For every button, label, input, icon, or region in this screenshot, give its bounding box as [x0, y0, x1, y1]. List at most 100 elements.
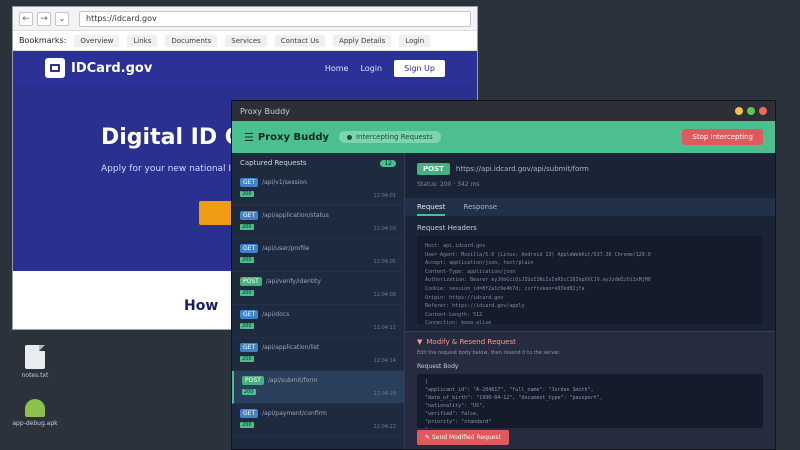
status-badge: 200 — [240, 257, 254, 263]
code-line: { — [425, 379, 429, 385]
intercept-status-text: Intercepting Requests — [356, 133, 433, 141]
window-titlebar[interactable]: Proxy Buddy — [232, 101, 775, 121]
code-line: Host: api.idcard.gov — [425, 243, 486, 249]
status-badge: 200 — [240, 191, 254, 197]
tab-response[interactable]: Response — [463, 198, 497, 216]
bookmarks-label: Bookmarks: — [19, 36, 67, 45]
nav-home-link[interactable]: Home — [325, 64, 349, 73]
tab-request[interactable]: Request — [417, 198, 446, 216]
code-line: "date_of_birth": "1990-04-12", "document… — [425, 395, 603, 401]
status-badge: 200 — [240, 224, 254, 230]
request-time: 12:04:11 — [373, 325, 396, 331]
request-meta: Status: 200 · 342 ms — [417, 181, 480, 188]
request-path: /api/verify/identity — [265, 278, 321, 285]
address-bar[interactable]: https://idcard.gov — [79, 10, 471, 27]
request-body-editor[interactable]: { "applicant_id": "A-204817", "full_name… — [417, 374, 763, 428]
code-line: "nationality": "US", — [425, 403, 486, 409]
request-time: 12:04:01 — [373, 193, 396, 199]
request-list-item[interactable]: GET/api/application/list 200 12:04:14 — [232, 338, 404, 371]
android-icon — [25, 399, 45, 417]
request-path: /api/user/profile — [262, 245, 310, 252]
how-it-works-heading: How — [184, 298, 219, 314]
request-list-sidebar: Captured Requests 12 GET/api/v1/session 2… — [232, 153, 405, 449]
method-badge: GET — [240, 244, 259, 253]
send-icon: ✎ — [425, 434, 432, 441]
request-body-label: Request Body — [417, 363, 459, 370]
code-line: User-Agent: Mozilla/5.0 (Linux; Android … — [425, 251, 651, 258]
bookmark-item[interactable]: Login — [399, 34, 431, 47]
stop-intercepting-button[interactable]: Stop Intercepting — [682, 129, 763, 145]
window-title: Proxy Buddy — [240, 106, 290, 116]
request-time: 12:04:18 — [373, 391, 396, 397]
request-list-item[interactable]: GET/api/user/profile 200 12:04:05 — [232, 239, 404, 272]
minimize-icon[interactable] — [735, 107, 743, 115]
site-logo[interactable]: IDCard.gov — [45, 58, 152, 78]
status-dot-icon — [347, 134, 353, 140]
bookmark-item[interactable]: Documents — [165, 34, 218, 47]
browser-toolbar: ← → ⌄ https://idcard.gov — [13, 7, 477, 31]
chevron-down-icon[interactable]: ⌄ — [55, 11, 69, 26]
app-header: ☰ Proxy Buddy Intercepting Requests Stop… — [232, 121, 775, 153]
bookmark-item[interactable]: Services — [225, 34, 267, 47]
menu-icon[interactable]: ☰ — [244, 131, 254, 144]
send-modified-request-button[interactable]: ✎ Send Modified Request — [417, 430, 509, 445]
status-badge: 200 — [240, 422, 254, 428]
site-header: IDCard.gov Home Login Sign Up — [13, 51, 477, 85]
modify-title-text: Modify & Resend Request — [426, 338, 516, 346]
bookmark-item[interactable]: Links — [127, 34, 158, 47]
bookmark-item[interactable]: Apply Details — [333, 34, 392, 47]
request-time: 12:04:08 — [373, 292, 396, 298]
method-badge: POST — [240, 277, 262, 286]
proxy-buddy-window: Proxy Buddy ☰ Proxy Buddy Intercepting R… — [231, 100, 776, 450]
chevron-down-icon[interactable]: ▼ — [417, 338, 422, 346]
request-list-item[interactable]: GET/api/docs 200 12:04:11 — [232, 305, 404, 338]
code-line: } — [425, 426, 755, 428]
sidebar-header: Captured Requests 12 — [232, 153, 404, 173]
code-line: Accept: application/json, text/plain — [425, 260, 534, 267]
request-url: https://api.idcard.gov/api/submit/form — [455, 165, 589, 173]
method-badge: POST — [417, 163, 450, 175]
modify-description: Edit the request body below, then resend… — [417, 350, 561, 356]
desktop-android-icon[interactable]: app-debug.apk — [10, 395, 60, 428]
method-badge: GET — [240, 409, 259, 418]
code-line: "verified": false, — [425, 411, 480, 417]
forward-icon[interactable]: → — [37, 11, 51, 26]
site-nav: Home Login Sign Up — [325, 59, 445, 77]
method-badge: POST — [242, 376, 264, 385]
method-badge: GET — [240, 178, 259, 187]
file-icon — [25, 345, 45, 369]
request-time: 12:04:22 — [373, 424, 396, 430]
bookmark-item[interactable]: Overview — [74, 34, 120, 47]
back-icon[interactable]: ← — [19, 11, 33, 26]
nav-login-link[interactable]: Login — [360, 64, 382, 73]
request-list-item[interactable]: GET/api/payment/confirm 200 12:04:22 — [232, 404, 404, 437]
close-icon[interactable] — [759, 107, 767, 115]
signup-button[interactable]: Sign Up — [394, 59, 445, 77]
headers-section-title: Request Headers — [417, 224, 477, 232]
detail-header: POST https://api.idcard.gov/api/submit/f… — [405, 153, 775, 188]
code-line: "priority": "standard" — [425, 419, 492, 425]
request-path: /api/application/status — [262, 212, 329, 219]
request-path: /api/payment/confirm — [262, 410, 327, 417]
detail-tabs: Request Response — [405, 198, 775, 216]
code-line: Connection: keep-alive — [425, 320, 492, 324]
bookmarks-bar: Bookmarks: Overview Links Documents Serv… — [13, 31, 477, 51]
status-badge: 200 — [242, 389, 256, 395]
request-list-item[interactable]: POST/api/verify/identity 200 12:04:08 — [232, 272, 404, 305]
request-list-item[interactable]: GET/api/application/status 200 12:04:03 — [232, 206, 404, 239]
request-time: 12:04:05 — [373, 259, 396, 265]
intercept-status-badge: Intercepting Requests — [339, 131, 441, 143]
code-line: Authorization: Bearer eyJhbGciOiJIUzI1Ni… — [425, 277, 651, 284]
request-headers-code: Host: api.idcard.gov User-Agent: Mozilla/… — [417, 236, 763, 324]
maximize-icon[interactable] — [747, 107, 755, 115]
site-logo-text: IDCard.gov — [71, 60, 153, 76]
request-list-item[interactable]: POST/api/submit/form 200 12:04:18 — [232, 371, 404, 404]
request-list: GET/api/v1/session 200 12:04:01 GET/api/app… — [232, 173, 404, 437]
request-path: /api/docs — [262, 311, 290, 318]
app-name: Proxy Buddy — [257, 131, 330, 143]
request-path: /api/application/list — [262, 344, 320, 351]
request-list-item[interactable]: GET/api/v1/session 200 12:04:01 — [232, 173, 404, 206]
desktop-file-icon[interactable]: notes.txt — [10, 345, 60, 380]
bookmark-item[interactable]: Contact Us — [274, 34, 326, 47]
code-line: "applicant_id": "A-204817", "full_name":… — [425, 387, 594, 393]
